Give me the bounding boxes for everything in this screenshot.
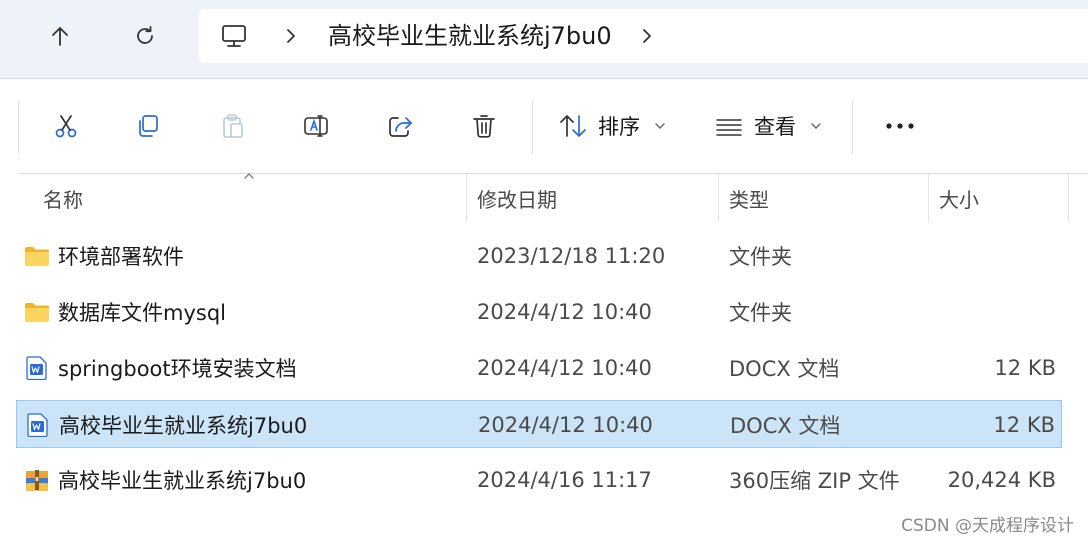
sort-arrows-icon (560, 115, 586, 137)
file-modified: 2023/12/18 11:20 (477, 244, 666, 268)
docx-icon (27, 413, 48, 437)
column-resize-handle[interactable] (1068, 174, 1069, 222)
delete-button[interactable] (462, 106, 506, 146)
watermark-text: CSDN @天成程序设计 (901, 516, 1074, 536)
file-name: 高校毕业生就业系统j7bu0 (59, 414, 308, 438)
file-row[interactable]: 环境部署软件 2023/12/18 11:20 文件夹 (16, 232, 1062, 280)
command-toolbar: 排序 查看 (18, 96, 1088, 156)
refresh-icon (137, 26, 153, 44)
scissors-icon (55, 115, 77, 138)
column-header-type[interactable]: 类型 (729, 174, 769, 222)
up-button[interactable] (40, 16, 80, 56)
chevron-down-icon (655, 123, 665, 129)
chevron-down-icon (811, 123, 821, 129)
refresh-button[interactable] (125, 16, 165, 56)
column-header-name[interactable]: 名称 (43, 174, 83, 222)
sort-menu-button[interactable]: 排序 (558, 106, 666, 146)
zip-archive-icon (26, 470, 48, 491)
share-button[interactable] (378, 106, 422, 146)
file-row[interactable]: springboot环境安装文档 2024/4/12 10:40 DOCX 文档… (16, 344, 1062, 392)
chevron-right-icon[interactable] (282, 26, 300, 46)
file-modified: 2024/4/12 10:40 (478, 413, 653, 437)
arrow-up-icon (52, 27, 68, 46)
folder-icon (25, 247, 49, 266)
divider (0, 78, 1088, 79)
toolbar-divider (852, 100, 853, 154)
file-type: DOCX 文档 (730, 414, 841, 438)
address-bar[interactable]: 高校毕业生就业系统j7bu0 (198, 9, 1088, 63)
paste-button[interactable] (210, 106, 254, 146)
chevron-right-icon[interactable] (638, 26, 656, 46)
file-row[interactable]: 高校毕业生就业系统j7bu0 2024/4/16 11:17 360压缩 ZIP… (16, 456, 1062, 504)
more-dots-icon (886, 123, 914, 129)
file-row-selected[interactable]: 高校毕业生就业系统j7bu0 2024/4/12 10:40 DOCX 文档 1… (16, 400, 1062, 448)
column-resize-handle[interactable] (928, 174, 929, 222)
cut-button[interactable] (44, 106, 88, 146)
view-menu-button[interactable]: 查看 (714, 106, 822, 146)
column-header-size[interactable]: 大小 (939, 174, 979, 222)
file-name: 环境部署软件 (58, 245, 184, 269)
column-header-row: 名称 修改日期 类型 大小 (0, 173, 1088, 222)
breadcrumb-current-folder[interactable]: 高校毕业生就业系统j7bu0 (328, 21, 612, 51)
rename-icon (304, 115, 328, 137)
column-resize-handle[interactable] (718, 174, 719, 222)
this-pc-icon[interactable] (220, 22, 248, 50)
file-type: 文件夹 (729, 301, 792, 325)
toolbar-divider (532, 100, 533, 154)
file-type: 文件夹 (729, 245, 792, 269)
sort-label: 排序 (598, 115, 640, 139)
clipboard-icon (223, 114, 243, 138)
toolbar-divider (18, 100, 19, 154)
file-type: 360压缩 ZIP 文件 (729, 469, 900, 493)
file-size: 20,424 KB (947, 468, 1056, 492)
sort-ascending-caret-icon (244, 173, 254, 179)
file-type: DOCX 文档 (729, 357, 840, 381)
copy-icon (139, 115, 158, 137)
file-modified: 2024/4/12 10:40 (477, 356, 652, 380)
file-size: 12 KB (994, 356, 1056, 380)
title-navigation-bar: 高校毕业生就业系统j7bu0 (0, 0, 1088, 78)
folder-icon (25, 303, 49, 322)
file-modified: 2024/4/16 11:17 (477, 468, 652, 492)
file-name: 高校毕业生就业系统j7bu0 (58, 469, 307, 493)
more-options-button[interactable] (880, 106, 920, 146)
share-icon (389, 117, 412, 137)
docx-icon (26, 356, 47, 380)
file-name: 数据库文件mysql (58, 301, 226, 325)
copy-button[interactable] (126, 106, 170, 146)
file-row[interactable]: 数据库文件mysql 2024/4/12 10:40 文件夹 (16, 288, 1062, 336)
file-size: 12 KB (993, 413, 1055, 437)
trash-icon (473, 115, 495, 138)
column-resize-handle[interactable] (466, 174, 467, 222)
file-name: springboot环境安装文档 (58, 357, 297, 381)
view-list-icon (716, 119, 742, 136)
column-header-modified[interactable]: 修改日期 (477, 174, 557, 222)
view-label: 查看 (754, 115, 796, 139)
rename-button[interactable] (294, 106, 338, 146)
file-modified: 2024/4/12 10:40 (477, 300, 652, 324)
